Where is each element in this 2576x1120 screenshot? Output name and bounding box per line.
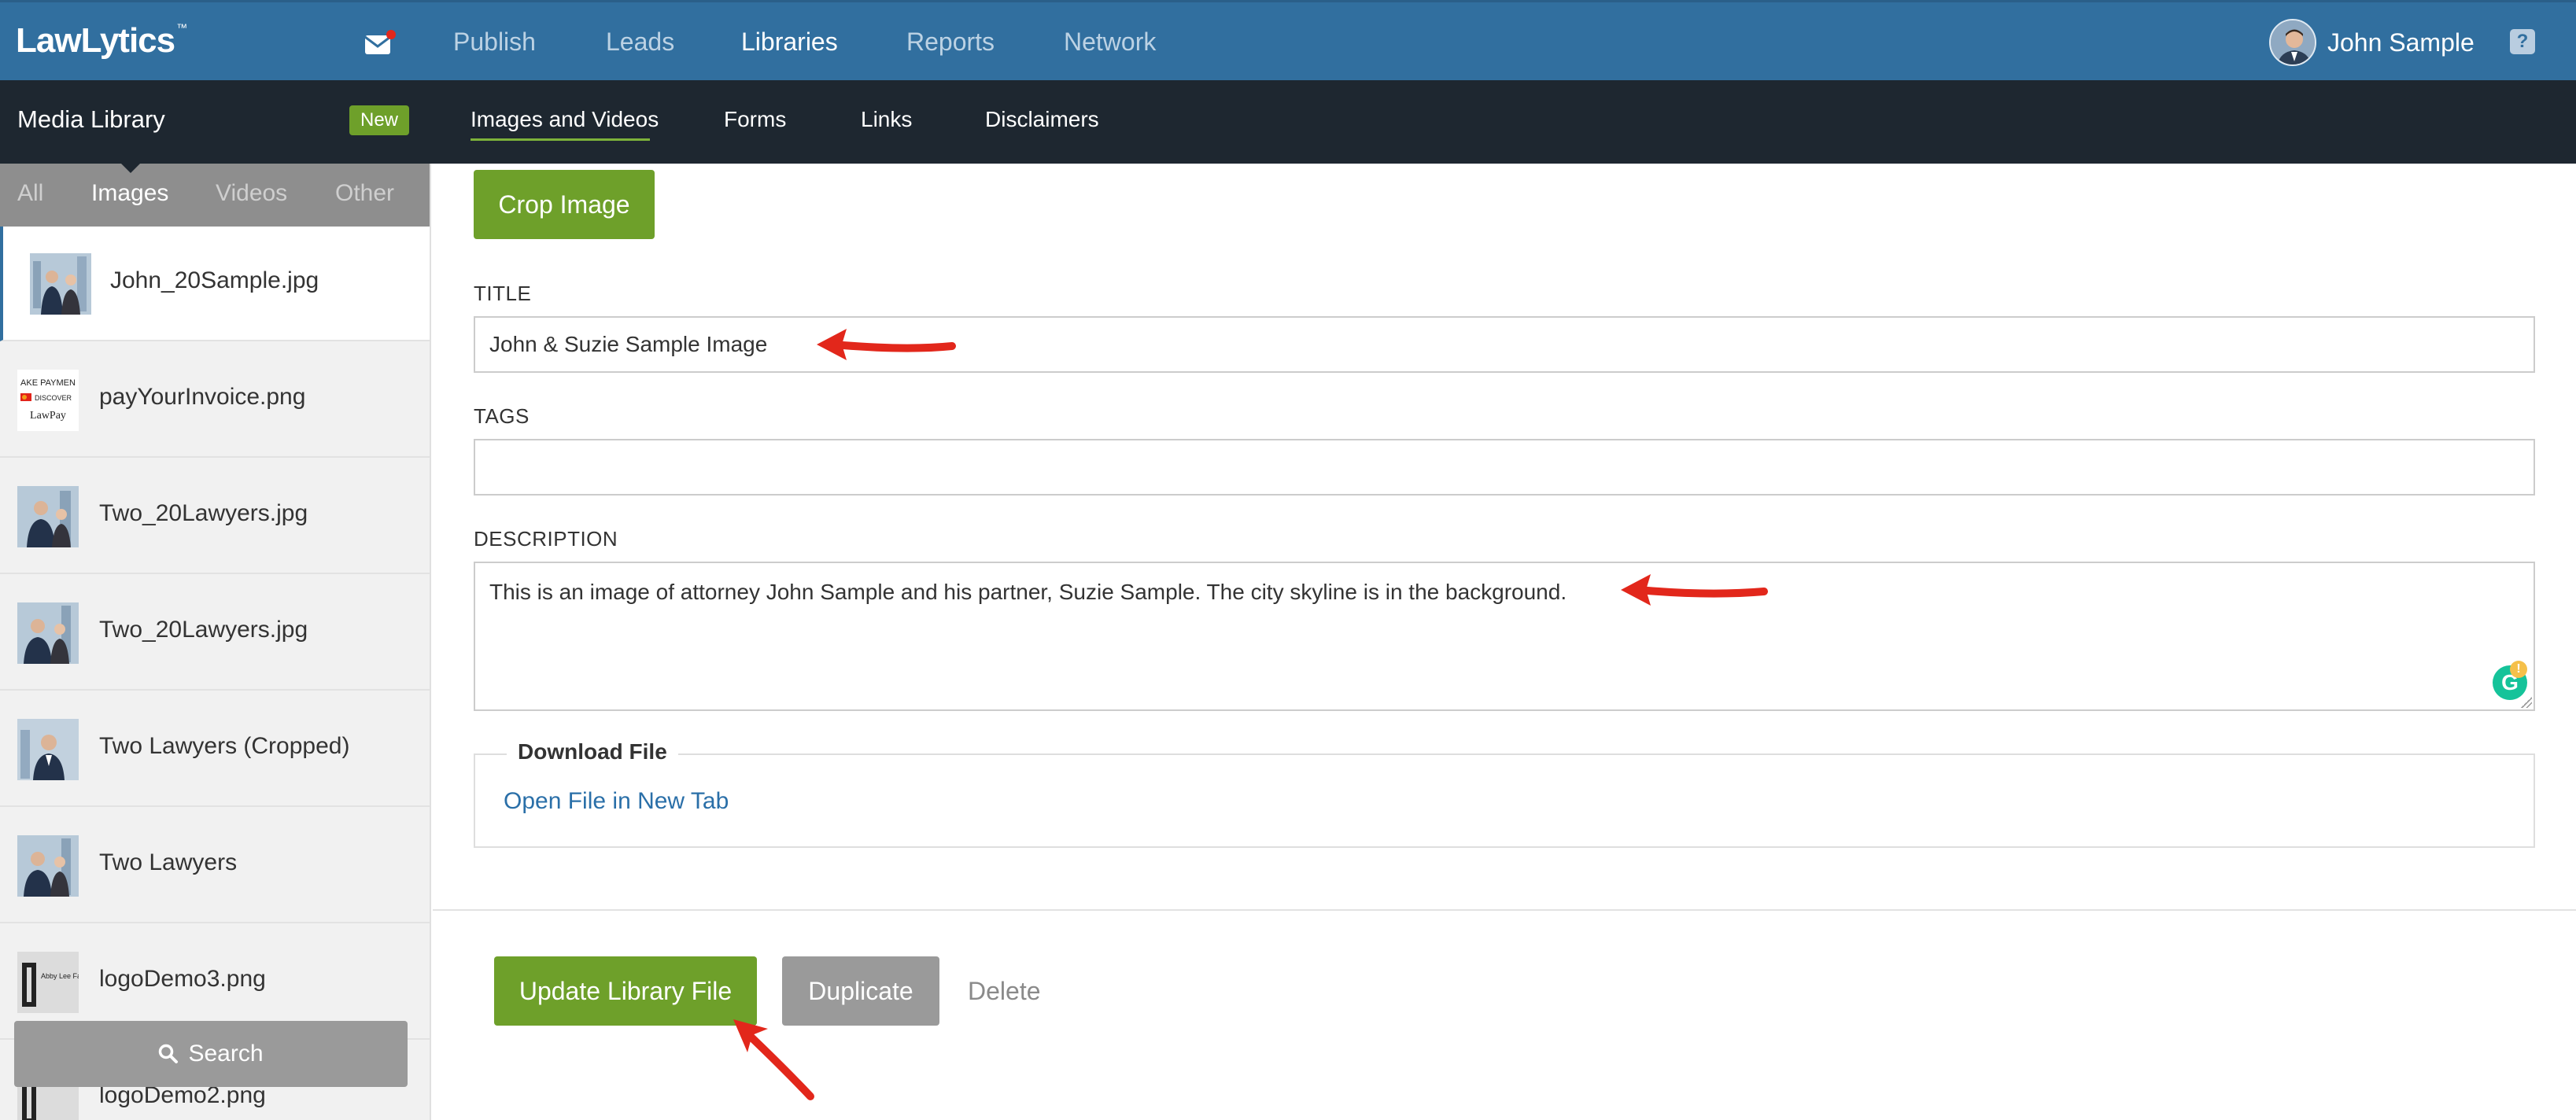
new-badge: New: [349, 105, 410, 135]
lawyers-thumbnail: [17, 486, 79, 547]
filter-tab-videos[interactable]: Videos: [216, 180, 287, 207]
search-button[interactable]: Search: [14, 1021, 408, 1087]
media-sidebar: All Images Videos Other John_20Sample.jp…: [0, 164, 431, 1120]
delete-button[interactable]: Delete: [968, 956, 1041, 1026]
file-name: Two Lawyers (Cropped): [99, 733, 350, 759]
lawyers-thumbnail: [17, 602, 79, 664]
avatar: [2269, 19, 2316, 66]
nav-reports[interactable]: Reports: [906, 28, 995, 57]
annotation-arrow-update: [733, 1019, 814, 1100]
user-name: John Sample: [2327, 28, 2475, 57]
help-icon[interactable]: ?: [2510, 29, 2535, 54]
app-window: LawLytics ™ Publish Leads Libraries Repor…: [0, 0, 2576, 1120]
section-divider: [433, 909, 2576, 911]
list-item[interactable]: Two Lawyers (Cropped): [0, 692, 430, 807]
list-item[interactable]: John_20Sample.jpg: [0, 227, 430, 341]
file-name: Two_20Lawyers.jpg: [99, 617, 308, 643]
list-item[interactable]: AKE PAYMEN DISCOVER LawPay payYourInvoic…: [0, 343, 430, 458]
media-editor: Crop Image TITLE John & Suzie Sample Ima…: [433, 164, 2576, 1120]
section-title: Media Library: [17, 105, 165, 133]
description-text: This is an image of attorney John Sample…: [489, 580, 1567, 604]
crop-image-button[interactable]: Crop Image: [474, 170, 655, 239]
title-label: TITLE: [474, 282, 532, 305]
logo-thumbnail: Abby Lee Family Blog: [17, 952, 79, 1013]
subnav-disclaimers[interactable]: Disclaimers: [985, 107, 1099, 132]
invoice-thumb-bottom-text: LawPay: [30, 410, 66, 422]
active-section-caret: [120, 164, 142, 173]
subnav-links[interactable]: Links: [861, 107, 912, 132]
file-name: payYourInvoice.png: [99, 384, 306, 410]
file-name: logoDemo3.png: [99, 966, 266, 992]
subnav-forms[interactable]: Forms: [724, 107, 786, 132]
tags-input[interactable]: [474, 439, 2535, 496]
list-item[interactable]: Two Lawyers: [0, 809, 430, 923]
grammarly-alert-icon: !: [2510, 661, 2527, 678]
title-input[interactable]: John & Suzie Sample Image: [474, 316, 2535, 373]
nav-publish[interactable]: Publish: [453, 28, 536, 57]
file-name: Two_20Lawyers.jpg: [99, 500, 308, 526]
file-name: John_20Sample.jpg: [110, 267, 319, 293]
lawyers-thumbnail: [30, 253, 91, 315]
search-label: Search: [188, 1041, 264, 1067]
nav-network[interactable]: Network: [1064, 28, 1156, 57]
active-subnav-underline: [471, 138, 650, 141]
lawyers-thumbnail: [17, 835, 79, 897]
mail-icon[interactable]: [364, 29, 397, 56]
filter-tab-images[interactable]: Images: [91, 180, 168, 207]
logo-thumb-text: Abby Lee Family Blog: [41, 972, 79, 980]
invoice-thumb-card-text: DISCOVER: [35, 394, 72, 402]
download-legend: Download File: [507, 739, 678, 764]
description-label: DESCRIPTION: [474, 527, 618, 551]
annotation-arrow-title: [817, 329, 956, 360]
annotation-arrow-description: [1621, 574, 1768, 606]
lawyers-thumbnail: [17, 719, 79, 780]
resize-handle[interactable]: [2521, 697, 2532, 708]
filter-tab-other[interactable]: Other: [335, 180, 394, 207]
filter-tab-all[interactable]: All: [17, 180, 43, 207]
top-navigation-bar: LawLytics ™ Publish Leads Libraries Repor…: [0, 0, 2576, 80]
nav-leads[interactable]: Leads: [606, 28, 674, 57]
update-library-file-button[interactable]: Update Library File: [494, 956, 757, 1026]
lawlytics-logo[interactable]: LawLytics ™: [16, 21, 187, 61]
file-name: Two Lawyers: [99, 849, 238, 875]
list-item[interactable]: Two_20Lawyers.jpg: [0, 459, 430, 574]
nav-libraries[interactable]: Libraries: [741, 28, 838, 57]
search-icon: [159, 1044, 179, 1063]
invoice-thumbnail: AKE PAYMEN DISCOVER LawPay: [17, 370, 79, 431]
invoice-thumb-top-text: AKE PAYMEN: [20, 378, 76, 388]
list-item[interactable]: Two_20Lawyers.jpg: [0, 576, 430, 691]
grammarly-icon[interactable]: G !: [2493, 661, 2527, 700]
description-textarea[interactable]: This is an image of attorney John Sample…: [474, 562, 2535, 711]
user-menu[interactable]: John Sample: [2269, 18, 2475, 67]
subnav-images-and-videos[interactable]: Images and Videos: [471, 107, 659, 132]
open-file-link[interactable]: Open File in New Tab: [504, 788, 729, 815]
download-file-group: Download File Open File in New Tab: [474, 739, 2535, 848]
tags-label: TAGS: [474, 404, 530, 428]
filter-bar: All Images Videos Other: [0, 164, 430, 227]
